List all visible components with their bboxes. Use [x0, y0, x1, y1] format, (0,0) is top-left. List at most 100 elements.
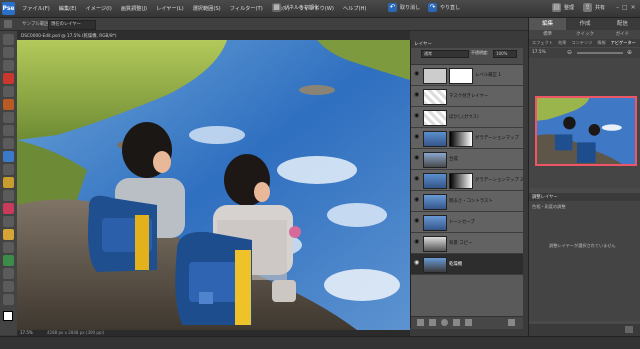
eye-icon[interactable]: ◉	[414, 92, 420, 98]
undo-button[interactable]: ↶ 取り消し	[388, 3, 420, 12]
app-logo: Pse	[2, 2, 15, 15]
layer-name: 乾燥機	[449, 262, 463, 267]
tab-create[interactable]: 作成	[566, 18, 604, 30]
new-layer-icon[interactable]	[417, 319, 424, 326]
sponge-tool-icon[interactable]	[3, 281, 14, 292]
eye-icon[interactable]: ◉	[414, 134, 420, 140]
eraser-tool-icon[interactable]	[3, 203, 14, 214]
sample-mode-select[interactable]: 現在のレイヤー	[48, 20, 96, 30]
filter-content[interactable]: コンテンツ	[571, 39, 592, 47]
bottom-bar	[0, 336, 640, 349]
menu-image[interactable]: イメージ(I)	[86, 5, 112, 12]
layer-row[interactable]: ◉ 乾燥機	[411, 254, 523, 275]
menu-file[interactable]: ファイル(F)	[22, 5, 50, 12]
zoom-out-icon[interactable]: ⊖	[567, 49, 572, 56]
zoom-slider[interactable]	[577, 52, 623, 54]
adjustment-message: 調整レイヤーが選択されていません	[549, 243, 616, 248]
menu-enhance[interactable]: 画質調整(J)	[121, 5, 147, 12]
tab-edit[interactable]: 編集	[529, 18, 567, 30]
layer-mask-thumb	[449, 173, 473, 189]
paint-bucket-tool-icon[interactable]	[3, 229, 14, 240]
organizer-button[interactable]: ▤ 整理	[552, 3, 574, 12]
document-tab[interactable]: DSC0000-Edit.psd @ 17.5% (乾燥機, RGB/8*)	[17, 31, 410, 40]
layer-row[interactable]: ◉ 明るさ・コントラスト	[411, 191, 523, 212]
gradient-tool-icon[interactable]	[3, 242, 14, 253]
eye-icon[interactable]: ◉	[414, 176, 420, 182]
layer-row[interactable]: ◉ ぼかし(ガウス)	[411, 107, 523, 128]
zoom-tool-icon[interactable]	[3, 47, 14, 58]
subtab-guide[interactable]: ガイド	[604, 30, 640, 39]
layers-footer	[411, 316, 523, 329]
navigator-thumbnail[interactable]	[535, 96, 637, 166]
shape-tool-icon[interactable]	[3, 255, 14, 266]
adjustment-panel-header: 調整レイヤー	[529, 193, 640, 201]
layer-row[interactable]: ◉ 背景 コピー	[411, 233, 523, 254]
spot-healing-tool-icon[interactable]	[3, 177, 14, 188]
close-icon[interactable]: ✕	[631, 4, 636, 11]
eye-icon[interactable]: ◉	[414, 197, 420, 203]
redo-button[interactable]: ↷ やり直し	[428, 3, 460, 12]
eye-icon[interactable]: ◉	[414, 71, 420, 77]
filter-fx[interactable]: 効果	[558, 39, 566, 47]
panel-reset-button[interactable]: ▦ パネルを初期化	[272, 3, 319, 12]
menu-help[interactable]: ヘルプ(H)	[343, 5, 367, 12]
hand-tool-icon[interactable]	[3, 60, 14, 71]
menu-edit[interactable]: 編集(E)	[59, 5, 77, 12]
lasso-tool-icon[interactable]	[3, 99, 14, 110]
filter-navigator[interactable]: ナビゲーター	[611, 39, 636, 47]
move-tool-icon[interactable]	[3, 34, 14, 45]
adjustment-layer-icon[interactable]	[441, 319, 448, 326]
layer-row[interactable]: ◉ トーンカーブ	[411, 212, 523, 233]
foreground-color-swatch[interactable]	[3, 311, 13, 321]
layers-panel-header: レイヤー	[411, 40, 523, 48]
menu-select[interactable]: 選択範囲(S)	[193, 5, 221, 12]
eye-icon[interactable]: ◉	[414, 155, 420, 161]
eye-icon[interactable]: ◉	[414, 260, 420, 266]
menu-filter[interactable]: フィルター(T)	[230, 5, 263, 12]
new-group-icon[interactable]	[429, 319, 436, 326]
layer-row[interactable]: ◉ 合成	[411, 149, 523, 170]
lock-icon[interactable]	[465, 319, 472, 326]
layer-name: 明るさ・コントラスト	[449, 199, 493, 204]
layer-row[interactable]: ◉ マスク付きレイヤー	[411, 86, 523, 107]
blend-mode-select[interactable]: 通常	[421, 50, 469, 58]
layer-row[interactable]: ◉ グラデーションマップ 2	[411, 170, 523, 191]
tab-share[interactable]: 配信	[603, 18, 640, 30]
opacity-input[interactable]: 100%	[493, 50, 517, 58]
panel-menu-icon[interactable]	[625, 326, 633, 333]
subtab-standard[interactable]: 標準	[529, 30, 566, 39]
zoom-in-icon[interactable]: ⊕	[627, 49, 632, 56]
filter-effects[interactable]: エフェクト	[532, 39, 553, 47]
mask-icon[interactable]	[453, 319, 460, 326]
brush-tool-icon[interactable]	[3, 216, 14, 227]
crop-tool-icon[interactable]	[3, 138, 14, 149]
filter-info[interactable]: 情報	[597, 39, 605, 47]
layer-row[interactable]: ◉ レベル補正 1	[411, 65, 523, 86]
grid-icon: ▦	[272, 3, 281, 12]
trash-icon[interactable]	[508, 319, 515, 326]
pencil-tool-icon[interactable]	[3, 294, 14, 305]
eyedropper-tool-icon[interactable]	[3, 73, 14, 84]
options-bar: サンプル範囲 現在のレイヤー	[0, 18, 528, 31]
layer-name: 合成	[449, 157, 458, 162]
blur-tool-icon[interactable]	[3, 268, 14, 279]
minimize-icon[interactable]: –	[616, 4, 619, 11]
eye-icon[interactable]: ◉	[414, 113, 420, 119]
maximize-icon[interactable]: □	[622, 4, 628, 11]
type-tool-icon[interactable]	[3, 125, 14, 136]
layer-thumb	[423, 131, 447, 147]
recompose-tool-icon[interactable]	[3, 151, 14, 162]
marquee-tool-icon[interactable]	[3, 86, 14, 97]
document-tab-label: DSC0000-Edit.psd @ 17.5% (乾燥機, RGB/8*)	[21, 34, 117, 39]
eye-icon[interactable]: ◉	[414, 239, 420, 245]
quick-select-tool-icon[interactable]	[3, 112, 14, 123]
layer-thumb	[423, 257, 447, 273]
layer-row[interactable]: ◉ グラデーションマップ	[411, 128, 523, 149]
eye-icon[interactable]: ◉	[414, 218, 420, 224]
menu-layer[interactable]: レイヤー(L)	[156, 5, 184, 12]
share-button[interactable]: ⇪ 共有	[583, 3, 605, 12]
red-eye-tool-icon[interactable]	[3, 164, 14, 175]
clone-stamp-tool-icon[interactable]	[3, 190, 14, 201]
subtab-quick[interactable]: クイック	[566, 30, 603, 39]
image-canvas[interactable]	[17, 40, 410, 330]
